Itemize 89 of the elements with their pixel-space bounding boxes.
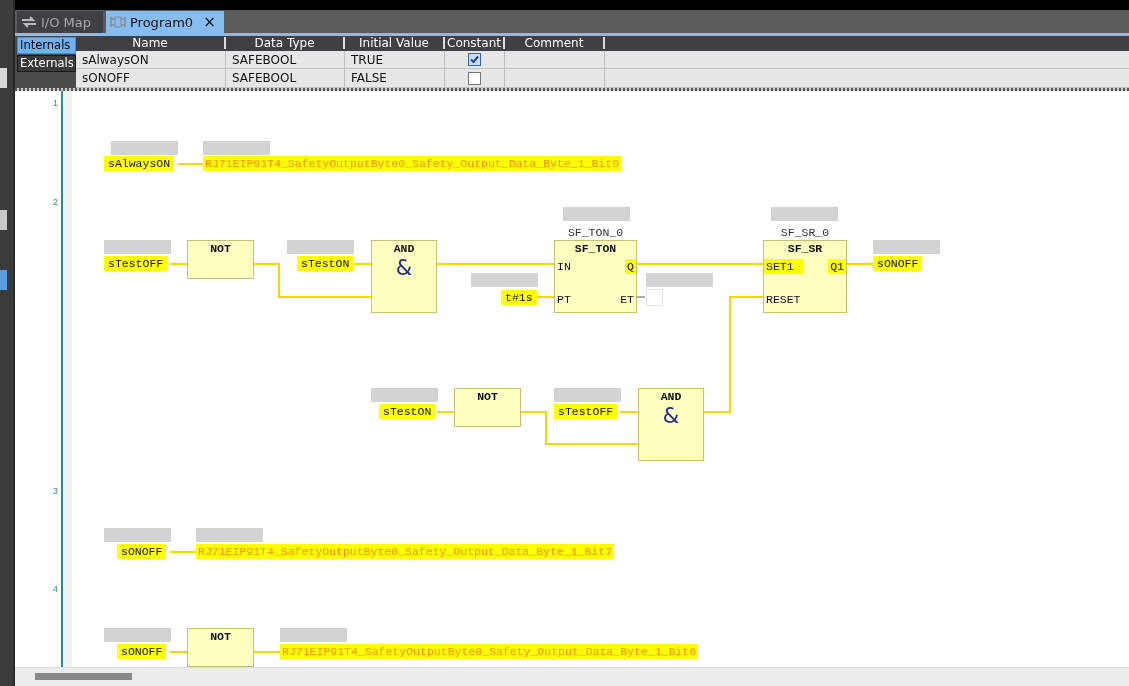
tab-label: Program0 <box>130 14 194 30</box>
block-title: SF_TON <box>573 242 618 256</box>
wire <box>253 651 281 653</box>
pin-label: Q <box>625 259 636 274</box>
table-cell: SAFEBOOL <box>226 69 345 87</box>
variable-label[interactable]: sONOFF <box>873 256 923 271</box>
instance-name: SF_SR_0 <box>779 226 831 239</box>
comment-field[interactable] <box>280 628 347 642</box>
column-header[interactable]: Constant <box>445 37 505 50</box>
comment-field[interactable] <box>203 141 270 155</box>
side-panel-tab[interactable] <box>0 210 7 230</box>
diagram-icon <box>110 15 126 29</box>
editor-tab[interactable]: Program0 × <box>106 11 224 33</box>
network-number: 1 <box>53 98 58 108</box>
pin-label: SET1 <box>764 259 803 274</box>
side-panel-tab[interactable] <box>0 68 7 88</box>
function-block[interactable]: SF_SR SET1 RESET Q1 <box>763 240 847 313</box>
wire <box>177 163 204 165</box>
block-title: SF_SR <box>786 242 824 256</box>
pin-label: Q1 <box>828 259 846 274</box>
variable-label[interactable]: sTestOFF <box>104 256 168 271</box>
comment-field[interactable] <box>563 207 630 221</box>
table-cell: FALSE <box>345 69 445 87</box>
view-tab[interactable]: Externals <box>17 55 76 72</box>
block-title: NOT <box>477 390 498 404</box>
table-cell: SAFEBOOL <box>226 50 345 69</box>
close-button[interactable]: × <box>201 13 218 31</box>
column-header[interactable]: Comment <box>505 37 605 50</box>
comment-field[interactable] <box>771 207 838 221</box>
variable-label[interactable]: sTestON <box>379 404 436 419</box>
table-cell: sONOFF <box>76 69 226 87</box>
function-block[interactable]: SF_TON IN PT Q ET <box>554 240 637 313</box>
column-header[interactable]: Data Type <box>226 37 345 50</box>
comment-field[interactable] <box>104 628 171 642</box>
table-cell: sAlwaysON <box>76 50 226 69</box>
tab-label: I/O Map <box>41 14 91 30</box>
block-title: NOT <box>210 630 231 644</box>
block-symbol: & <box>395 256 413 280</box>
block-title: AND <box>393 242 415 256</box>
variable-label[interactable]: sAlwaysON <box>104 156 175 171</box>
comment-field[interactable] <box>554 388 621 402</box>
editor-tab[interactable]: I/O Map <box>17 11 103 33</box>
wire <box>846 263 874 265</box>
logic-block[interactable]: AND & <box>638 388 704 461</box>
variable-label[interactable]: sTestOFF <box>554 404 618 419</box>
pin-label: RESET <box>765 292 802 307</box>
wire <box>169 651 188 653</box>
network-number: 3 <box>53 486 58 496</box>
logic-block[interactable]: AND & <box>371 240 437 313</box>
comment-field[interactable] <box>873 240 940 254</box>
comment-field[interactable] <box>371 388 438 402</box>
column-header[interactable]: Initial Value <box>345 37 445 50</box>
empty-output-field[interactable] <box>646 289 663 306</box>
block-title: AND <box>660 390 682 404</box>
scrollbar-thumb[interactable] <box>35 673 132 680</box>
comment-field[interactable] <box>196 528 263 542</box>
pin-label: IN <box>556 259 572 274</box>
logic-block[interactable]: NOT <box>454 388 521 427</box>
pin-label: ET <box>619 292 635 307</box>
comment-field[interactable] <box>104 528 171 542</box>
wire <box>534 296 555 298</box>
variable-label[interactable]: sONOFF <box>117 544 167 559</box>
checkbox[interactable] <box>468 71 481 85</box>
network-number: 4 <box>53 584 58 594</box>
wire <box>169 263 188 265</box>
network-number: 2 <box>53 197 58 207</box>
wire <box>169 551 197 553</box>
instance-name: SF_TON_0 <box>566 226 625 239</box>
variable-label[interactable]: sONOFF <box>117 644 167 659</box>
comment-field[interactable] <box>646 273 713 287</box>
block-symbol: & <box>662 404 680 428</box>
table-cell: TRUE <box>345 50 445 69</box>
logic-block[interactable]: NOT <box>187 628 254 667</box>
comment-field[interactable] <box>104 240 171 254</box>
column-header[interactable]: Name <box>76 37 226 50</box>
wire <box>436 411 455 413</box>
side-panel-tab[interactable] <box>0 270 7 290</box>
block-title: NOT <box>210 242 231 256</box>
pin-label: PT <box>556 292 572 307</box>
comment-field[interactable] <box>111 141 178 155</box>
variable-label[interactable]: sTestON <box>297 256 354 271</box>
view-tab[interactable]: Internals <box>17 37 76 54</box>
checkbox[interactable] <box>468 53 481 67</box>
comment-field[interactable] <box>287 240 354 254</box>
variable-label[interactable]: t#1s <box>501 290 537 305</box>
wire <box>636 296 646 298</box>
logic-block[interactable]: NOT <box>187 240 254 279</box>
comment-field[interactable] <box>471 273 538 287</box>
arrows-icon <box>21 15 37 29</box>
